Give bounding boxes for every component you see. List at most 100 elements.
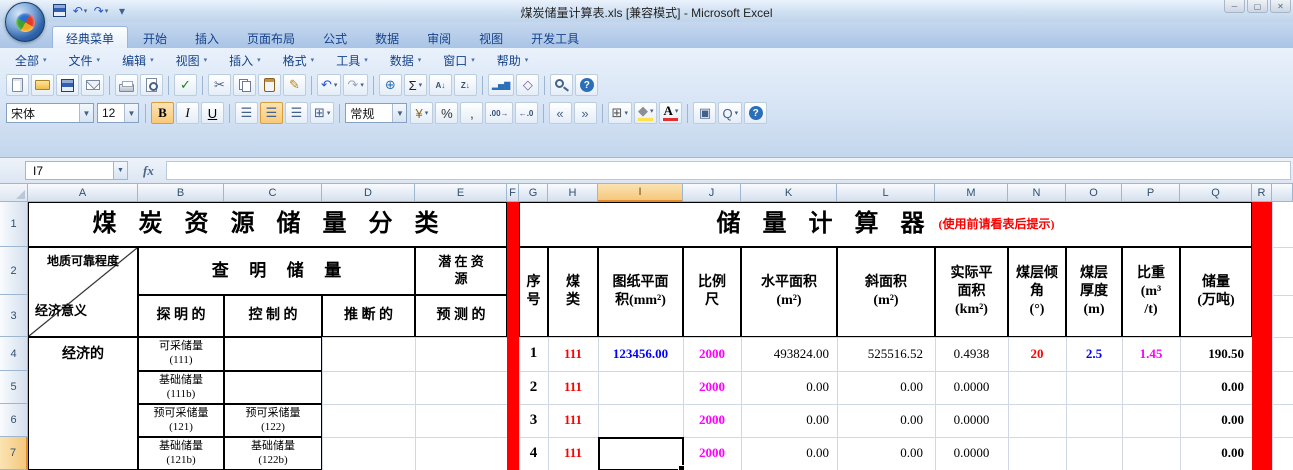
ribbon-tab-公式[interactable]: 公式 bbox=[310, 26, 360, 48]
data-cell-J5[interactable]: 2000 bbox=[683, 371, 741, 404]
data-cell-H6[interactable]: 111 bbox=[548, 404, 598, 437]
data-cell-L7[interactable]: 0.00 bbox=[837, 437, 935, 470]
print-button[interactable] bbox=[115, 74, 138, 96]
align-center-button[interactable]: ☰ bbox=[260, 102, 283, 124]
qat-save-button[interactable] bbox=[50, 2, 68, 19]
column-header-A[interactable]: A bbox=[28, 184, 138, 202]
column-header-D[interactable]: D bbox=[322, 184, 415, 202]
column-header-H[interactable]: H bbox=[548, 184, 598, 202]
data-cell-H7[interactable]: 111 bbox=[548, 437, 598, 470]
data-cell-M7[interactable]: 0.0000 bbox=[935, 437, 1008, 470]
font-size-combo[interactable]: 12 ▼ bbox=[97, 103, 139, 123]
qat-redo-button[interactable]: ↷ ▾ bbox=[92, 2, 110, 19]
data-cell-G7[interactable]: 4 bbox=[519, 437, 548, 470]
save-button[interactable] bbox=[56, 74, 79, 96]
row-header-1[interactable]: 1 bbox=[0, 202, 28, 247]
print-preview-button[interactable] bbox=[140, 74, 163, 96]
camera-button[interactable]: ▣ bbox=[693, 102, 717, 124]
merge-center-button[interactable]: ⊞ ▾ bbox=[310, 102, 335, 124]
data-cell-Q5[interactable]: 0.00 bbox=[1180, 371, 1252, 404]
calc-header-7[interactable]: 实际平 面积 (km²) bbox=[935, 247, 1008, 337]
menu-item-视图[interactable]: 视图 ▾ bbox=[165, 50, 219, 71]
ribbon-tab-开始[interactable]: 开始 bbox=[130, 26, 180, 48]
category-header-3[interactable]: 推 断 的 bbox=[322, 295, 415, 337]
borders-button[interactable]: ⊞ ▾ bbox=[607, 102, 632, 124]
category-header-2[interactable]: 控 制 的 bbox=[224, 295, 322, 337]
hyperlink-button[interactable]: ⊕ bbox=[378, 74, 402, 96]
row-header-3[interactable]: 3 bbox=[0, 295, 28, 337]
data-cell-G4[interactable]: 1 bbox=[519, 337, 548, 371]
reserve-cell-b6[interactable]: 预可采储量 (121) bbox=[138, 404, 224, 437]
data-cell-M4[interactable]: 0.4938 bbox=[935, 337, 1008, 371]
percent-button[interactable]: % bbox=[435, 102, 459, 124]
help-button[interactable]: ? bbox=[744, 102, 768, 124]
calc-header-10[interactable]: 比重 (m³ /t) bbox=[1122, 247, 1180, 337]
align-left-button[interactable]: ☰ bbox=[235, 102, 258, 124]
paste-button[interactable] bbox=[258, 74, 281, 96]
menu-item-文件[interactable]: 文件 ▾ bbox=[58, 50, 112, 71]
increase-indent-button[interactable]: » bbox=[573, 102, 597, 124]
data-cell-L5[interactable]: 0.00 bbox=[837, 371, 935, 404]
ribbon-tab-开发工具[interactable]: 开发工具 bbox=[518, 26, 592, 48]
data-cell-G5[interactable]: 2 bbox=[519, 371, 548, 404]
ribbon-tab-经典菜单[interactable]: 经典菜单 bbox=[52, 26, 129, 48]
column-header-O[interactable]: O bbox=[1066, 184, 1122, 202]
red-filled-column-F[interactable] bbox=[507, 202, 519, 470]
data-cell-K5[interactable]: 0.00 bbox=[741, 371, 837, 404]
ribbon-tab-数据[interactable]: 数据 bbox=[362, 26, 412, 48]
qat-customize-button[interactable]: ▾ bbox=[113, 2, 131, 19]
fill-color-button[interactable]: ◆ ▾ bbox=[633, 102, 658, 124]
data-cell-H4[interactable]: 111 bbox=[548, 337, 598, 371]
menu-item-全部[interactable]: 全部 ▾ bbox=[4, 50, 58, 71]
calc-header-8[interactable]: 煤层倾 角 (°) bbox=[1008, 247, 1066, 337]
autosum-button[interactable]: Σ ▾ bbox=[403, 74, 427, 96]
classification-corner-cell[interactable]: 地质可靠程度 经济意义 bbox=[28, 247, 138, 337]
column-header-B[interactable]: B bbox=[138, 184, 224, 202]
reserve-cell-b4[interactable]: 可采储量 (111) bbox=[138, 337, 224, 371]
qat-undo-button[interactable]: ↶ ▾ bbox=[71, 2, 89, 19]
name-box-dropdown-icon[interactable]: ▼ bbox=[113, 161, 128, 180]
select-all-corner[interactable] bbox=[0, 184, 28, 202]
office-button[interactable] bbox=[5, 2, 45, 42]
red-filled-column-R[interactable] bbox=[1252, 202, 1272, 470]
data-cell-P4[interactable]: 1.45 bbox=[1122, 337, 1180, 371]
ribbon-tab-页面布局[interactable]: 页面布局 bbox=[234, 26, 308, 48]
minimize-button[interactable]: ─ bbox=[1224, 0, 1245, 13]
column-header-N[interactable]: N bbox=[1008, 184, 1066, 202]
close-button[interactable]: ✕ bbox=[1270, 0, 1291, 13]
data-cell-G6[interactable]: 3 bbox=[519, 404, 548, 437]
underline-button-button[interactable]: U bbox=[201, 102, 224, 124]
data-cell-J7[interactable]: 2000 bbox=[683, 437, 741, 470]
decrease-indent-button[interactable]: « bbox=[548, 102, 572, 124]
menu-item-数据[interactable]: 数据 ▾ bbox=[379, 50, 433, 71]
align-right-button[interactable]: ☰ bbox=[285, 102, 308, 124]
dropdown-caret-icon[interactable]: ▼ bbox=[124, 104, 138, 122]
calculator-title-cell[interactable]: 储 量 计 算 器 (使用前请看表后提示) bbox=[519, 202, 1252, 247]
comma-button[interactable]: , bbox=[460, 102, 484, 124]
column-header-P[interactable]: P bbox=[1122, 184, 1180, 202]
column-header-C[interactable]: C bbox=[224, 184, 322, 202]
new-workbook-button[interactable] bbox=[6, 74, 29, 96]
sort-ascending-button[interactable]: A↓ bbox=[428, 74, 452, 96]
data-cell-K4[interactable]: 493824.00 bbox=[741, 337, 837, 371]
reserve-cell-c4[interactable] bbox=[224, 337, 322, 371]
row-header-5[interactable]: 5 bbox=[0, 371, 28, 404]
column-header-Q[interactable]: Q bbox=[1180, 184, 1252, 202]
menu-item-窗口[interactable]: 窗口 ▾ bbox=[432, 50, 486, 71]
data-cell-Q6[interactable]: 0.00 bbox=[1180, 404, 1252, 437]
reserve-cell-b7[interactable]: 基础储量 (121b) bbox=[138, 437, 224, 470]
row-header-4[interactable]: 4 bbox=[0, 337, 28, 371]
data-cell-M5[interactable]: 0.0000 bbox=[935, 371, 1008, 404]
zoom-button[interactable] bbox=[550, 74, 574, 96]
cut-button[interactable]: ✂ bbox=[208, 74, 231, 96]
data-cell-M6[interactable]: 0.0000 bbox=[935, 404, 1008, 437]
formula-input[interactable] bbox=[166, 161, 1291, 180]
increase-decimal-button[interactable]: .00→ bbox=[485, 102, 513, 124]
column-header-F[interactable]: F bbox=[507, 184, 519, 202]
insert-function-fx-button[interactable]: fx bbox=[143, 163, 154, 179]
reserve-cell-c6[interactable]: 预可采储量 (122) bbox=[224, 404, 322, 437]
data-cell-H5[interactable]: 111 bbox=[548, 371, 598, 404]
data-cell-N4[interactable]: 20 bbox=[1008, 337, 1066, 371]
calc-header-2[interactable]: 煤 类 bbox=[548, 247, 598, 337]
calc-header-11[interactable]: 储量 (万吨) bbox=[1180, 247, 1252, 337]
